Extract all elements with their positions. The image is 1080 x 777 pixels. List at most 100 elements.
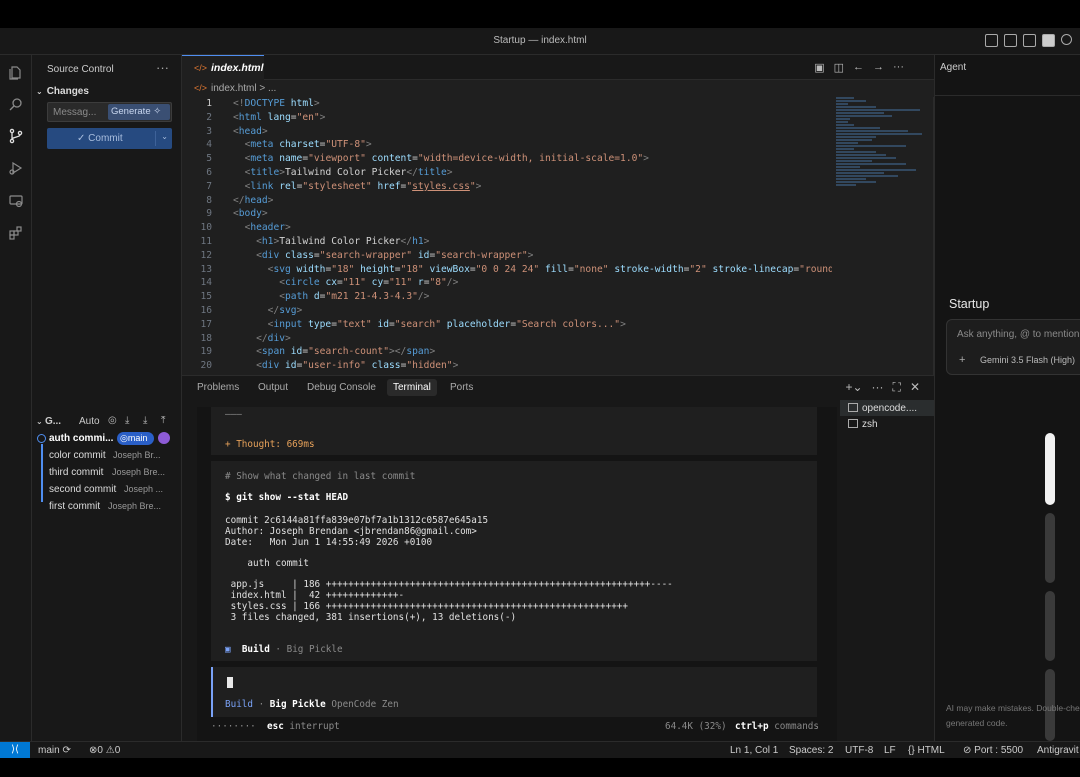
code-line[interactable]: 9 <body> <box>182 207 832 221</box>
code-line[interactable]: 2 <html lang="en"> <box>182 111 832 125</box>
remote-indicator-icon[interactable]: ⟩⟨ <box>0 742 30 759</box>
toggle-panel-icon[interactable] <box>1023 34 1036 47</box>
code-line[interactable]: 16 </svg> <box>182 304 832 318</box>
code-line[interactable]: 14 <circle cx="11" cy="11" r="8"/> <box>182 276 832 290</box>
graph-commit-row[interactable]: third commit Joseph Bre... <box>32 464 182 481</box>
prompt-input-block[interactable]: Build · Big Pickle OpenCode Zen <box>211 667 817 717</box>
html-file-icon: </> <box>194 83 208 93</box>
pull-icon[interactable]: ⤓ <box>143 415 153 426</box>
chevron-down-icon[interactable]: ⌄ <box>161 132 168 141</box>
language-status[interactable]: {} HTML <box>908 745 945 756</box>
indentation-status[interactable]: Spaces: 2 <box>789 745 833 756</box>
tab-index-html[interactable]: </> index.html <box>182 55 264 80</box>
code-text: <link rel="stylesheet" href="styles.css"… <box>244 180 482 192</box>
code-text: <div id="user-info" class="hidden"> <box>256 360 459 372</box>
code-line[interactable]: 12 <div class="search-wrapper" id="searc… <box>182 249 832 263</box>
terminal-view[interactable]: ——— + Thought: 669ms # Show what changed… <box>197 407 837 742</box>
generate-commit-message-button[interactable]: Generate ✧ <box>108 104 170 120</box>
line-number: 12 <box>200 249 212 261</box>
search-icon[interactable] <box>1061 34 1072 45</box>
code-line[interactable]: 3 <head> <box>182 125 832 139</box>
code-line[interactable]: 17 <input type="text" id="search" placeh… <box>182 318 832 332</box>
minimap[interactable] <box>836 97 926 217</box>
source-control-icon[interactable] <box>8 128 24 144</box>
branch-status[interactable]: main ⟳ <box>38 745 71 756</box>
go-back-icon[interactable]: ← <box>853 61 864 74</box>
branch-badge: ◎main <box>117 432 154 445</box>
graph-commit-row[interactable]: auth commi... ◎main <box>32 430 182 447</box>
tab-debug-console[interactable]: Debug Console <box>307 382 376 393</box>
line-number: 11 <box>200 235 212 247</box>
code-area[interactable]: 1 <!DOCTYPE html> 2 <html lang="en"> 3 <head>… <box>182 97 832 375</box>
target-icon[interactable]: ◎ <box>108 415 118 426</box>
toggle-preview-icon[interactable]: ▣ <box>814 61 824 74</box>
graph-commit-row[interactable]: color commit Joseph Br... <box>32 447 182 464</box>
graph-auto-label[interactable]: Auto <box>79 416 100 427</box>
problems-status[interactable]: ⊗0 ⚠0 <box>89 745 120 756</box>
code-line[interactable]: 5 <meta name="viewport" content="width=d… <box>182 152 832 166</box>
warning-count: 0 <box>114 745 121 756</box>
fetch-icon[interactable]: ⤓ <box>125 415 135 426</box>
customize-layout-icon[interactable] <box>985 34 998 47</box>
code-line[interactable]: 1 <!DOCTYPE html> <box>182 97 832 111</box>
code-text: <svg width="18" height="18" viewBox="0 0… <box>267 263 832 275</box>
code-line[interactable]: 10 <header> <box>182 221 832 235</box>
search-icon[interactable] <box>8 96 24 112</box>
more-actions-icon[interactable]: ··· <box>872 380 884 395</box>
maximize-panel-icon[interactable]: ⛶ <box>893 380 901 395</box>
tab-output[interactable]: Output <box>258 382 288 393</box>
prompt-build: Build <box>225 699 253 710</box>
commit-message-input[interactable]: Messag... Generate ✧ <box>47 102 172 122</box>
more-actions-icon[interactable]: ··· <box>893 61 904 74</box>
split-editor-icon[interactable]: ◫ <box>834 61 844 74</box>
graph-commit-row[interactable]: first commit Joseph Bre... <box>32 498 182 515</box>
code-line[interactable]: 8 </head> <box>182 194 832 208</box>
go-forward-icon[interactable]: → <box>873 61 884 74</box>
graph-commit-row[interactable]: second commit Joseph ... <box>32 481 182 498</box>
encoding-status[interactable]: UTF-8 <box>845 745 873 756</box>
antigravity-status[interactable]: Antigravit <box>1037 745 1079 756</box>
add-context-icon[interactable]: + <box>959 354 965 366</box>
graph-section-header[interactable]: ⌄ G... Auto ◎ ⤓ ⤓ ⤒ <box>32 412 182 430</box>
terminal-session-zsh[interactable]: zsh <box>840 416 934 432</box>
new-terminal-icon[interactable]: +⌄ <box>845 380 862 395</box>
more-actions-icon[interactable]: ··· <box>156 60 169 75</box>
build-separator: · <box>269 644 287 655</box>
prompt-provider: OpenCode Zen <box>331 699 399 710</box>
changes-section-header[interactable]: ⌄ Changes <box>32 83 181 99</box>
toggle-sidebar-icon[interactable] <box>1004 34 1017 47</box>
code-line[interactable]: 18 </div> <box>182 332 832 346</box>
editor-actions: ▣ ◫ ← → ··· <box>814 61 904 74</box>
tab-terminal[interactable]: Terminal <box>387 379 437 396</box>
code-line[interactable]: 15 <path d="m21 21-4.3-4.3"/> <box>182 290 832 304</box>
code-line[interactable]: 4 <meta charset="UTF-8"> <box>182 138 832 152</box>
scroll-indicator[interactable] <box>1045 433 1055 505</box>
close-icon[interactable]: ✕ <box>910 380 920 395</box>
terminal-session-opencode[interactable]: opencode.... <box>840 400 934 416</box>
code-line[interactable]: 6 <title>Tailwind Color Picker</title> <box>182 166 832 180</box>
line-number: 1 <box>206 98 212 109</box>
tab-problems[interactable]: Problems <box>197 382 239 393</box>
push-icon[interactable]: ⤒ <box>161 415 171 426</box>
code-line[interactable]: 19 <span id="search-count"></span> <box>182 345 832 359</box>
code-line[interactable]: 13 <svg width="18" height="18" viewBox="… <box>182 263 832 277</box>
eol-status[interactable]: LF <box>884 745 896 756</box>
code-text: <head> <box>233 125 268 137</box>
code-line[interactable]: 20 <div id="user-info" class="hidden"> <box>182 359 832 373</box>
breadcrumb[interactable]: </> index.html > ... <box>182 80 934 97</box>
run-debug-icon[interactable] <box>8 160 24 176</box>
extensions-icon[interactable] <box>8 225 24 241</box>
code-text: </div> <box>256 332 291 344</box>
code-line[interactable]: 7 <link rel="stylesheet" href="styles.cs… <box>182 180 832 194</box>
cursor-position[interactable]: Ln 1, Col 1 <box>730 745 778 756</box>
code-line[interactable]: 11 <h1>Tailwind Color Picker</h1> <box>182 235 832 249</box>
explorer-icon[interactable] <box>8 65 24 81</box>
code-text: <body> <box>233 208 268 220</box>
commit-button[interactable]: ✓ Commit ⌄ <box>47 128 172 149</box>
agent-input[interactable]: Ask anything, @ to mention + Gemini 3.5 … <box>946 319 1080 375</box>
remote-explorer-icon[interactable] <box>8 193 24 209</box>
toggle-secondary-sidebar-icon[interactable] <box>1042 34 1055 47</box>
model-selector[interactable]: Gemini 3.5 Flash (High) <box>980 355 1075 365</box>
live-server-status[interactable]: ⊘ Port : 5500 <box>963 745 1023 756</box>
tab-ports[interactable]: Ports <box>450 382 473 393</box>
